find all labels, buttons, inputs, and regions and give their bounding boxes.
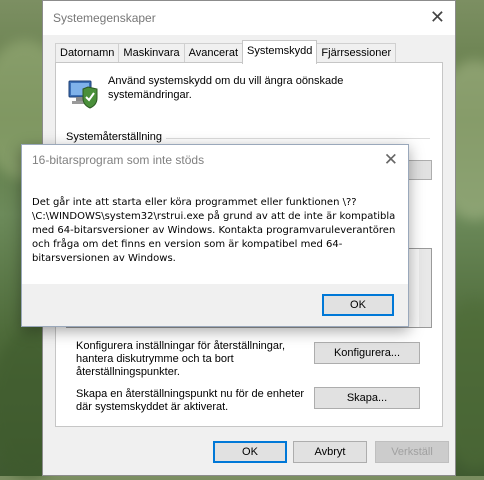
create-button[interactable]: Skapa... (314, 387, 420, 409)
error-message: Det går inte att starta eller köra progr… (32, 197, 396, 264)
dialog-ok-button[interactable]: OK (322, 294, 394, 316)
system-protection-icon (68, 80, 98, 109)
unsupported-program-dialog: 16-bitarsprogram som inte stöds ✕ Det gå… (21, 144, 409, 327)
apply-button: Verkställ (375, 441, 449, 463)
list-scrollbar[interactable] (419, 249, 431, 327)
tab-strip: Datornamn Maskinvara Avancerat Systemsky… (55, 40, 397, 64)
create-description: Skapa en återställningspunkt nu för de e… (76, 388, 305, 413)
tab-systemskydd[interactable]: Systemskydd (242, 40, 318, 64)
group-divider (152, 138, 430, 139)
configure-button[interactable]: Konfigurera... (314, 342, 420, 364)
tab-datornamn[interactable]: Datornamn (55, 43, 120, 63)
cancel-button[interactable]: Avbryt (293, 441, 367, 463)
intro-text: Använd systemskydd om du vill ängra oöns… (108, 75, 344, 101)
title-bar: Systemegenskaper ✕ (43, 1, 455, 35)
dialog-footer: OK (22, 284, 408, 326)
close-icon[interactable]: ✕ (384, 150, 398, 170)
configure-description: Konfigurera inställningar för återställn… (76, 340, 286, 378)
window-title: Systemegenskaper (53, 11, 156, 25)
tab-avancerat[interactable]: Avancerat (183, 43, 243, 63)
close-icon[interactable]: ✕ (430, 8, 445, 26)
dialog-title: 16-bitarsprogram som inte stöds (32, 153, 205, 167)
restore-group-label: Systemåterställning (66, 131, 166, 143)
ok-button[interactable]: OK (213, 441, 287, 463)
tab-fjarrsessioner[interactable]: Fjärrsessioner (316, 43, 397, 63)
tab-maskinvara[interactable]: Maskinvara (118, 43, 185, 63)
